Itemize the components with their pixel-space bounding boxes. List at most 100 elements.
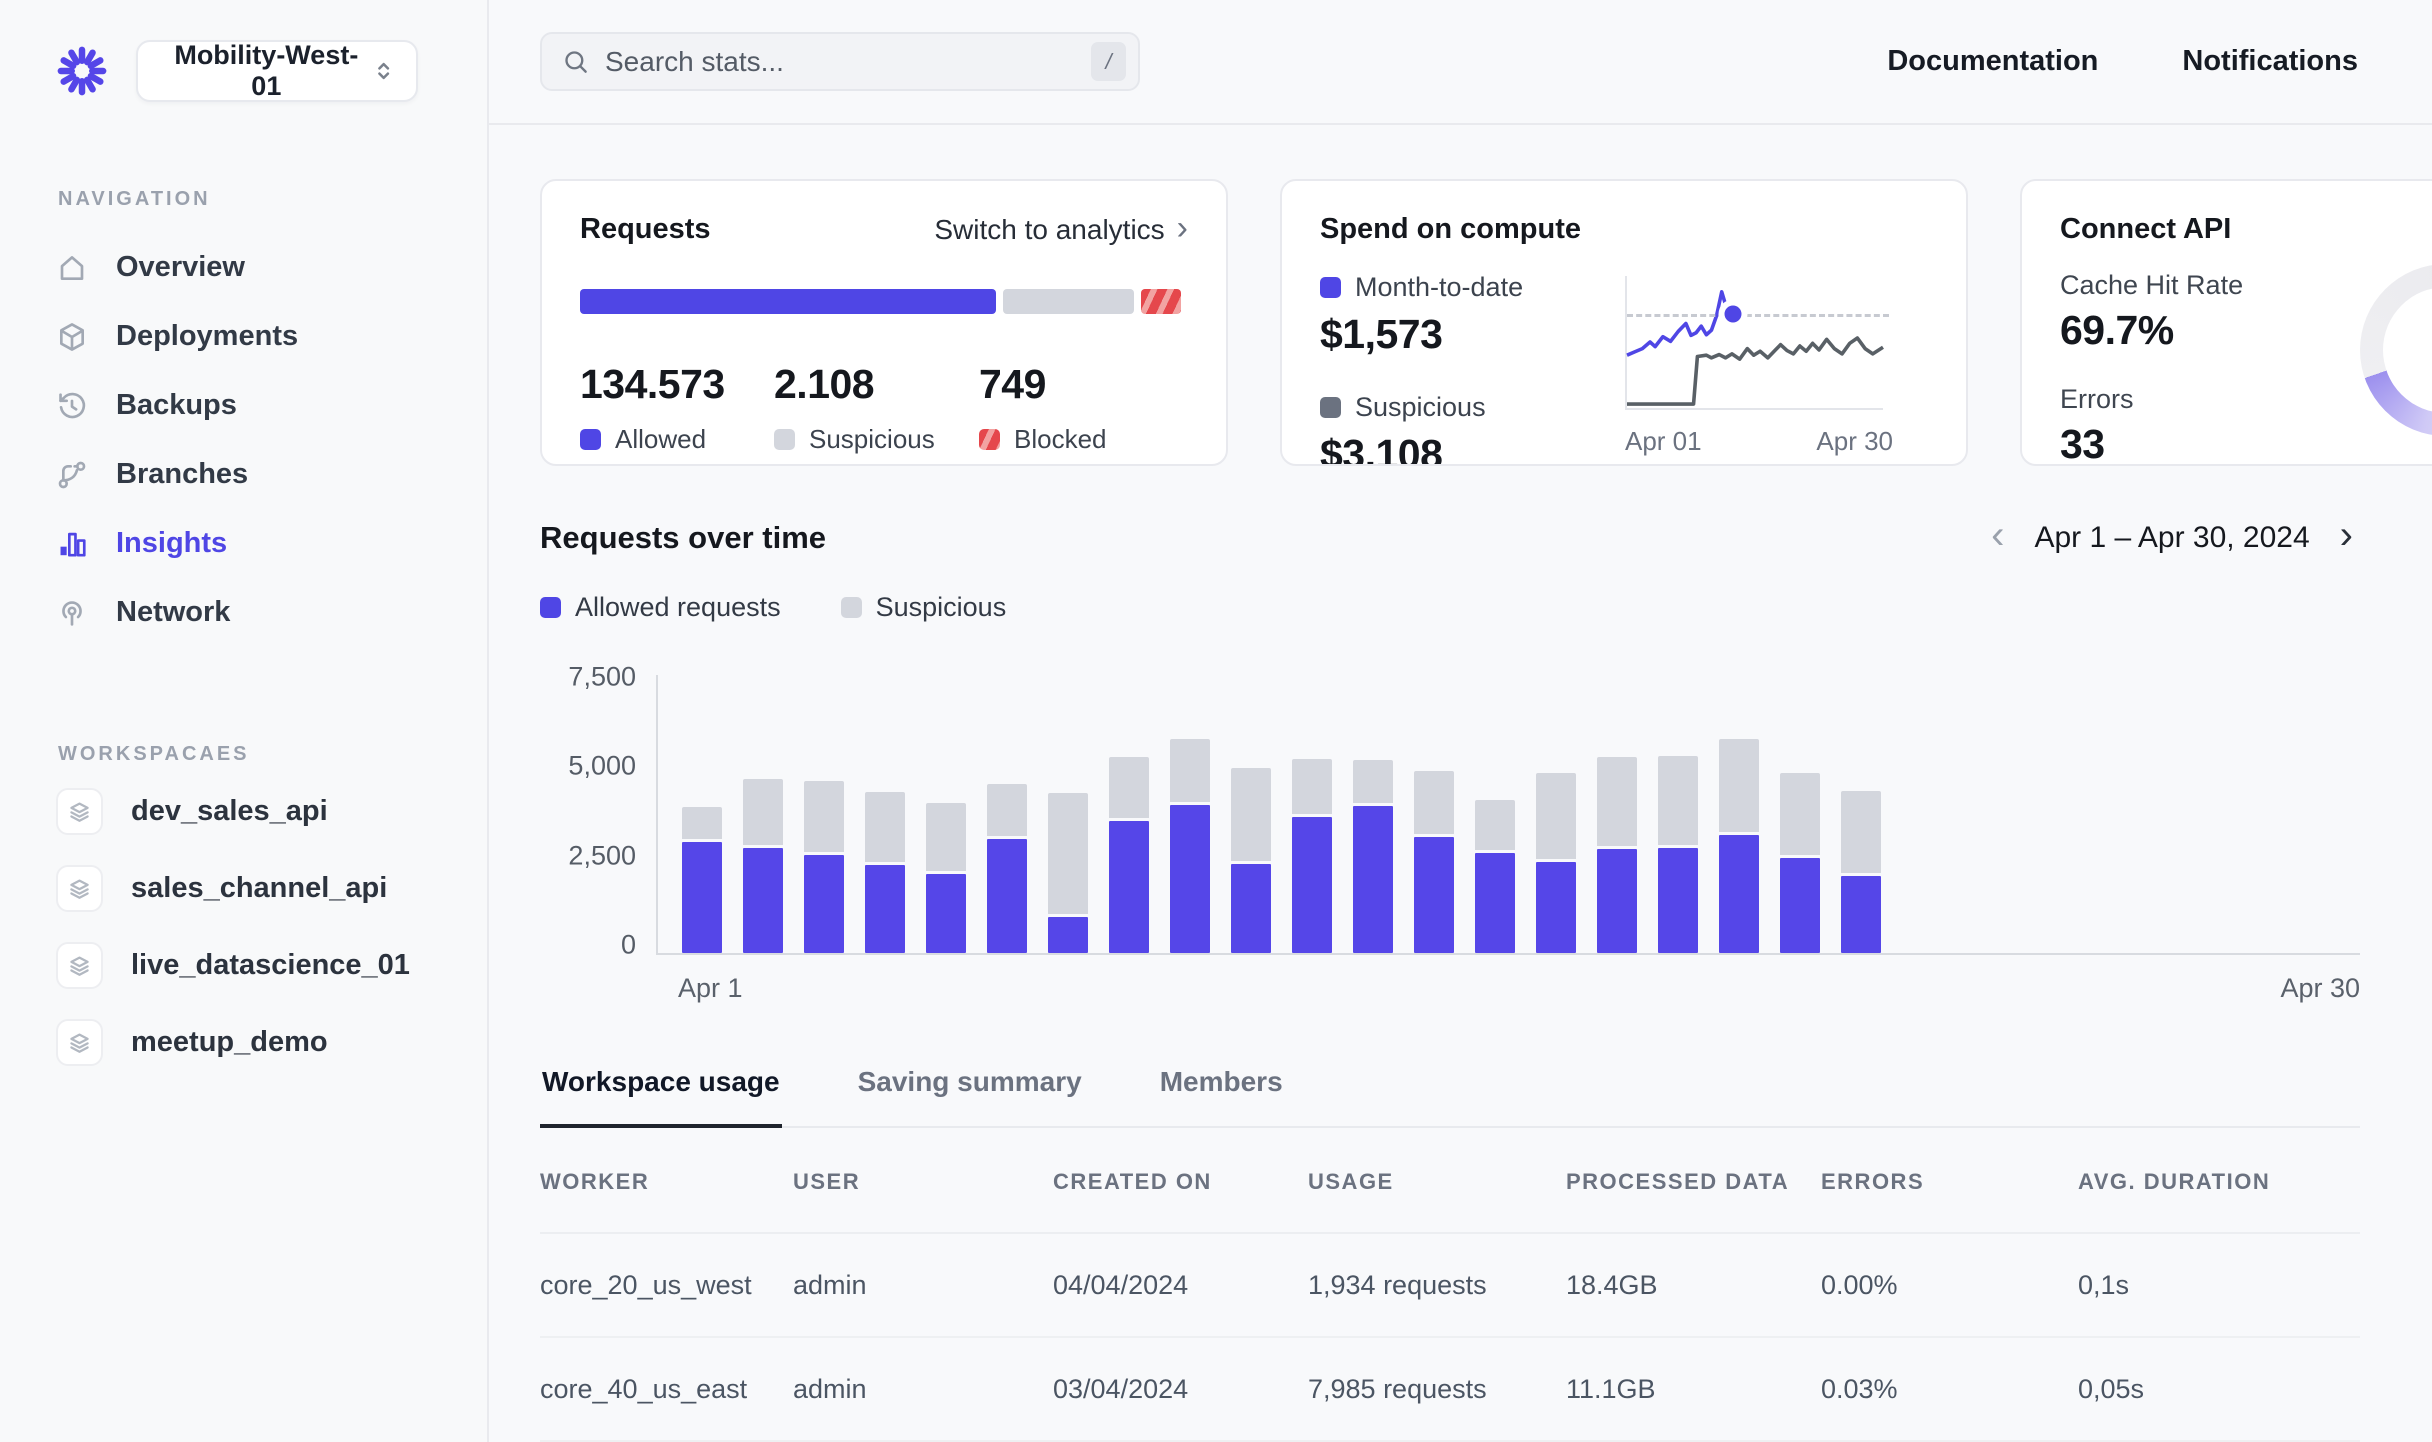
table-cell: 0,1s — [2078, 1270, 2360, 1301]
table-cell: admin — [793, 1270, 1053, 1301]
bar-day-8 — [1109, 757, 1149, 953]
sidebar-item-insights[interactable]: Insights — [56, 509, 487, 578]
allowed-swatch — [580, 429, 601, 450]
sidebar-item-backups[interactable]: Backups — [56, 371, 487, 440]
switch-to-analytics-link[interactable]: Switch to analytics › — [934, 214, 1188, 246]
table-cell: 0.03% — [1821, 1374, 2078, 1405]
bar-allowed-segment — [743, 848, 783, 953]
bar-day-1 — [682, 807, 722, 953]
bar-day-14 — [1475, 800, 1515, 953]
table-cell: 11.1GB — [1566, 1374, 1821, 1405]
summary-cards: Requests Switch to analytics › 134.573 A… — [540, 179, 2432, 466]
nav-list: Overview Deployments Backups Branches In… — [56, 233, 487, 647]
layers-icon — [56, 788, 103, 835]
package-icon — [56, 321, 88, 353]
bar-allowed-segment — [1414, 837, 1454, 953]
workspace-item-dev_sales_api[interactable]: dev_sales_api — [56, 788, 487, 835]
topbar-links: Documentation Notifications — [1887, 45, 2358, 78]
bar-allowed-segment — [987, 839, 1027, 953]
connect-api-card: Connect API Cache Hit Rate 69.7% Errors … — [2020, 179, 2432, 466]
workspace-usage-table: WORKERUSERCREATED ONUSAGEPROCESSED DATAE… — [540, 1132, 2360, 1442]
workspace-item-label: sales_channel_api — [131, 872, 387, 905]
tab-saving-summary[interactable]: Saving summary — [856, 1066, 1084, 1128]
x-axis-labels: Apr 1 Apr 30 — [656, 973, 2360, 1004]
bar-suspicious-segment — [804, 781, 844, 852]
workspace-item-meetup_demo[interactable]: meetup_demo — [56, 1019, 487, 1066]
sidebar-item-label: Deployments — [116, 320, 298, 353]
bar-allowed-segment — [1170, 805, 1210, 953]
search-icon — [562, 48, 589, 75]
y-tick-label: 0 — [621, 930, 636, 961]
bar-day-15 — [1536, 773, 1576, 953]
sidebar-item-branches[interactable]: Branches — [56, 440, 487, 509]
sidebar-item-overview[interactable]: Overview — [56, 233, 487, 302]
bar-suspicious-segment — [1475, 800, 1515, 850]
chevron-right-icon: › — [1177, 211, 1188, 245]
errors-stat: Errors 33 — [2060, 384, 2360, 466]
chevron-right-icon[interactable]: › — [2336, 515, 2357, 555]
mtd-swatch — [1320, 277, 1341, 298]
suspicious-swatch — [774, 429, 795, 450]
column-header-processed-data: PROCESSED DATA — [1566, 1169, 1821, 1195]
sidebar-item-label: Insights — [116, 527, 227, 560]
layers-icon — [56, 1019, 103, 1066]
legend-allowed-requests: Allowed requests — [540, 592, 781, 623]
x-last-label: Apr 30 — [2280, 973, 2360, 1004]
bar-day-18 — [1719, 739, 1759, 953]
table-cell: 18.4GB — [1566, 1270, 1821, 1301]
search-box[interactable]: / — [540, 32, 1140, 91]
bar-suspicious-segment — [987, 784, 1027, 836]
date-range-label: Apr 1 – Apr 30, 2024 — [2034, 521, 2309, 555]
column-header-avg-duration: AVG. DURATION — [2078, 1169, 2360, 1195]
search-shortcut-key: / — [1091, 42, 1126, 81]
workspaces-list: dev_sales_api sales_channel_api live_dat… — [56, 788, 487, 1066]
y-axis-labels: 02,5005,0007,500 — [540, 675, 636, 955]
workspace-item-live_datascience_01[interactable]: live_datascience_01 — [56, 942, 487, 989]
layers-icon — [56, 942, 103, 989]
bar-allowed-segment — [1292, 817, 1332, 953]
bar-suspicious-segment — [1414, 771, 1454, 834]
bar-day-2 — [743, 779, 783, 953]
workspaces-section-label: WORKSPACAES — [58, 743, 487, 766]
stat-blocked: 749 Blocked — [979, 361, 1107, 455]
requests-progressbar — [580, 289, 1188, 314]
spend-card: Spend on compute Month-to-date $1,573 Su… — [1280, 179, 1968, 466]
workspace-selector-value: Mobility-West-01 — [162, 40, 371, 102]
spend-current-dot — [1725, 305, 1742, 322]
content: Requests Switch to analytics › 134.573 A… — [489, 125, 2432, 1442]
notifications-link[interactable]: Notifications — [2182, 45, 2358, 78]
bar-day-12 — [1353, 760, 1393, 953]
bar-suspicious-segment — [682, 807, 722, 839]
sidebar-item-network[interactable]: Network — [56, 578, 487, 647]
table-cell: 0.00% — [1821, 1270, 2078, 1301]
tab-members[interactable]: Members — [1158, 1066, 1285, 1128]
nav-section-label: NAVIGATION — [58, 188, 487, 211]
workspace-item-sales_channel_api[interactable]: sales_channel_api — [56, 865, 487, 912]
bar-day-16 — [1597, 757, 1637, 953]
table-row-core_20_us_west: core_20_us_westadmin04/04/20241,934 requ… — [540, 1234, 2360, 1338]
table-header-row: WORKERUSERCREATED ONUSAGEPROCESSED DATAE… — [540, 1132, 2360, 1234]
bar-allowed-segment — [1048, 917, 1088, 953]
requests-card-title: Requests — [580, 213, 711, 246]
workspace-item-label: live_datascience_01 — [131, 949, 410, 982]
requests-over-time-title: Requests over time — [540, 520, 826, 556]
workspace-tabs: Workspace usage Saving summary Members — [540, 1066, 2360, 1128]
sidebar-item-label: Network — [116, 596, 230, 629]
bar-suspicious-segment — [1231, 768, 1271, 861]
connect-api-card-title: Connect API — [2060, 213, 2432, 246]
sidebar-item-deployments[interactable]: Deployments — [56, 302, 487, 371]
search-input[interactable] — [605, 46, 1075, 78]
spend-line-chart — [1625, 276, 1883, 410]
documentation-link[interactable]: Documentation — [1887, 45, 2098, 78]
column-header-usage: USAGE — [1308, 1169, 1566, 1195]
donut-hole — [2383, 287, 2432, 413]
chevron-left-icon[interactable]: ‹ — [1987, 515, 2008, 555]
y-tick-label: 2,500 — [568, 840, 636, 871]
progress-segment-allowed — [580, 289, 996, 314]
table-cell: 03/04/2024 — [1053, 1374, 1308, 1405]
month-to-date-stat: Month-to-date $1,573 — [1320, 272, 1625, 358]
bar-allowed-segment — [1597, 849, 1637, 953]
table-cell: core_20_us_west — [540, 1270, 793, 1301]
tab-workspace-usage[interactable]: Workspace usage — [540, 1066, 782, 1128]
workspace-selector[interactable]: Mobility-West-01 — [136, 40, 418, 102]
